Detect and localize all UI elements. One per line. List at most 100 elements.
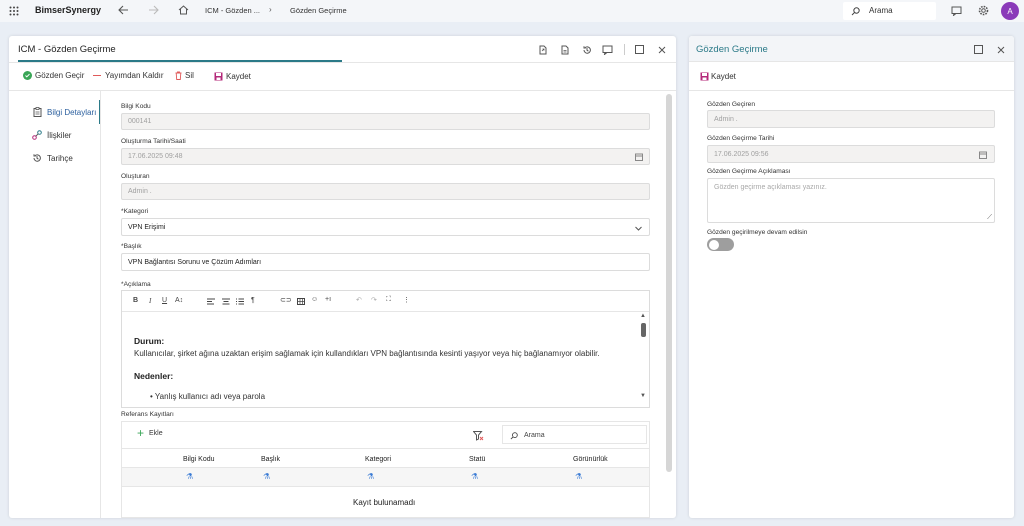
reviewer-label: Gözden Geçiren [707, 101, 756, 108]
maximize-icon[interactable] [973, 44, 984, 55]
filter-code-icon[interactable]: ⚗ [186, 472, 193, 481]
review-note-textarea[interactable]: Gözden geçirme açıklaması yazınız. ⟋ [707, 178, 995, 223]
calendar-icon [635, 153, 643, 161]
review-date-value: 17.06.2025 09:56 [714, 150, 769, 158]
app-name: BimserSynergy [35, 5, 102, 15]
bold-icon[interactable]: B [133, 297, 138, 304]
editor-heading-status: Durum: [134, 336, 165, 346]
save-icon [699, 71, 709, 81]
editor-scrollbar[interactable]: ▲ ▼ [639, 313, 648, 407]
scroll-down-icon[interactable]: ▼ [640, 393, 646, 399]
minus-icon [93, 75, 101, 76]
nav-item-history-label: Tarihçe [47, 153, 73, 163]
maximize-icon[interactable] [634, 44, 645, 55]
col-header-category[interactable]: Kategori [365, 456, 391, 463]
plus-icon: + [137, 426, 145, 440]
close-icon[interactable] [656, 44, 667, 55]
divider [624, 44, 625, 55]
refs-label: Referans Kayıtları [121, 411, 174, 418]
refs-add-button[interactable]: + Ekle [137, 426, 163, 440]
breadcrumb-item-1[interactable]: ICM - Gözden ... [205, 6, 260, 15]
save-button[interactable]: Kaydet [213, 71, 251, 81]
col-header-code[interactable]: Bilgi Kodu [183, 456, 215, 463]
category-select[interactable]: VPN Erişimi [121, 218, 650, 236]
emoji-icon[interactable]: ☺ [311, 296, 318, 303]
insert-icon[interactable]: +ı [325, 296, 331, 303]
nav-item-history[interactable]: Tarihçe [25, 149, 101, 167]
scroll-up-icon[interactable]: ▲ [640, 313, 646, 319]
created-label: Oluşturma Tarihi/Saati [121, 138, 186, 145]
clear-filter-icon[interactable] [472, 430, 484, 441]
list-icon[interactable] [235, 297, 244, 305]
history-icon [32, 153, 42, 163]
code-label: Bilgi Kodu [121, 103, 151, 110]
nav-item-details[interactable]: Bilgi Detayları [25, 100, 101, 124]
close-icon[interactable] [995, 44, 1006, 55]
save-icon [213, 71, 223, 81]
align-center-icon[interactable] [221, 297, 230, 305]
redo-icon[interactable]: ↷ [371, 296, 377, 304]
avatar[interactable]: A [1001, 2, 1019, 20]
filter-status-icon[interactable]: ⚗ [471, 472, 478, 481]
more-icon[interactable]: ⋮ [403, 296, 410, 304]
review-button[interactable]: Gözden Geçir [23, 71, 84, 80]
global-search-input[interactable]: Arama [843, 2, 936, 20]
description-editor[interactable]: B I U A↕ ¶ ⊂⊃ ☺ +ı ↶ ↷ ⛶ ⋮ Durum: Kullan… [121, 290, 650, 408]
paragraph-icon[interactable]: ¶ [251, 297, 255, 304]
breadcrumb-item-2: Gözden Geçirme [290, 6, 347, 15]
refs-empty-message: Kayıt bulunamadı [353, 498, 416, 507]
delete-button[interactable]: Sil [174, 71, 194, 80]
filter-visibility-icon[interactable]: ⚗ [575, 472, 582, 481]
creator-field: Admin . [121, 183, 650, 200]
chat-icon[interactable] [950, 5, 962, 17]
link-icon[interactable]: ⊂⊃ [280, 296, 292, 304]
home-icon[interactable] [177, 4, 189, 16]
align-left-icon[interactable] [206, 297, 215, 305]
back-arrow-icon[interactable] [117, 4, 129, 16]
export-icon[interactable] [537, 44, 548, 55]
col-header-visibility[interactable]: Görünürlük [573, 456, 608, 463]
app-launcher-icon[interactable] [8, 5, 19, 16]
forward-arrow-icon[interactable] [147, 4, 159, 16]
col-header-title[interactable]: Başlık [261, 456, 280, 463]
underline-icon[interactable]: U [162, 297, 167, 304]
table-icon[interactable] [296, 297, 305, 305]
comment-icon[interactable] [602, 44, 613, 55]
nav-item-relations[interactable]: İlişkiler [25, 126, 101, 144]
title-label: *Başlık [121, 243, 142, 250]
main-scrollbar[interactable] [666, 94, 672, 472]
reviewer-field: Admin . [707, 110, 995, 128]
italic-icon[interactable]: I [149, 297, 151, 305]
editor-list-item: • Yanlış kullanıcı adı veya parola [150, 392, 266, 401]
refs-add-label: Ekle [149, 429, 163, 437]
review-date-label: Gözden Geçirme Tarihi [707, 135, 775, 142]
font-size-icon[interactable]: A↕ [175, 297, 183, 304]
code-field: 000141 [121, 113, 650, 130]
continue-review-toggle[interactable] [707, 238, 734, 251]
side-panel-title: Gözden Geçirme [696, 44, 768, 55]
document-icon[interactable] [559, 44, 570, 55]
divider [122, 448, 649, 449]
resize-handle-icon[interactable]: ⟋ [987, 214, 992, 222]
divider [9, 62, 676, 63]
created-value: 17.06.2025 09:48 [128, 153, 183, 160]
divider [100, 91, 101, 518]
undo-icon[interactable]: ↶ [356, 296, 362, 304]
gear-icon[interactable] [977, 4, 989, 16]
nav-item-details-label: Bilgi Detayları [47, 107, 97, 117]
review-date-field: 17.06.2025 09:56 [707, 145, 995, 163]
search-icon [509, 431, 518, 440]
history-icon[interactable] [581, 44, 592, 55]
refs-search-input[interactable]: Arama [502, 425, 647, 444]
scroll-thumb[interactable] [641, 323, 646, 337]
side-save-button[interactable]: Kaydet [699, 71, 736, 81]
trash-icon [174, 71, 182, 80]
divider [9, 90, 676, 91]
filter-title-icon[interactable]: ⚗ [263, 472, 270, 481]
unpublish-button[interactable]: Yayımdan Kaldır [93, 71, 164, 80]
title-input[interactable]: VPN Bağlantısı Sorunu ve Çözüm Adımları [121, 253, 650, 271]
filter-category-icon[interactable]: ⚗ [367, 472, 374, 481]
editor-heading-reasons: Nedenler: [134, 371, 174, 381]
col-header-status[interactable]: Statü [469, 456, 485, 463]
fullscreen-icon[interactable]: ⛶ [386, 296, 391, 304]
